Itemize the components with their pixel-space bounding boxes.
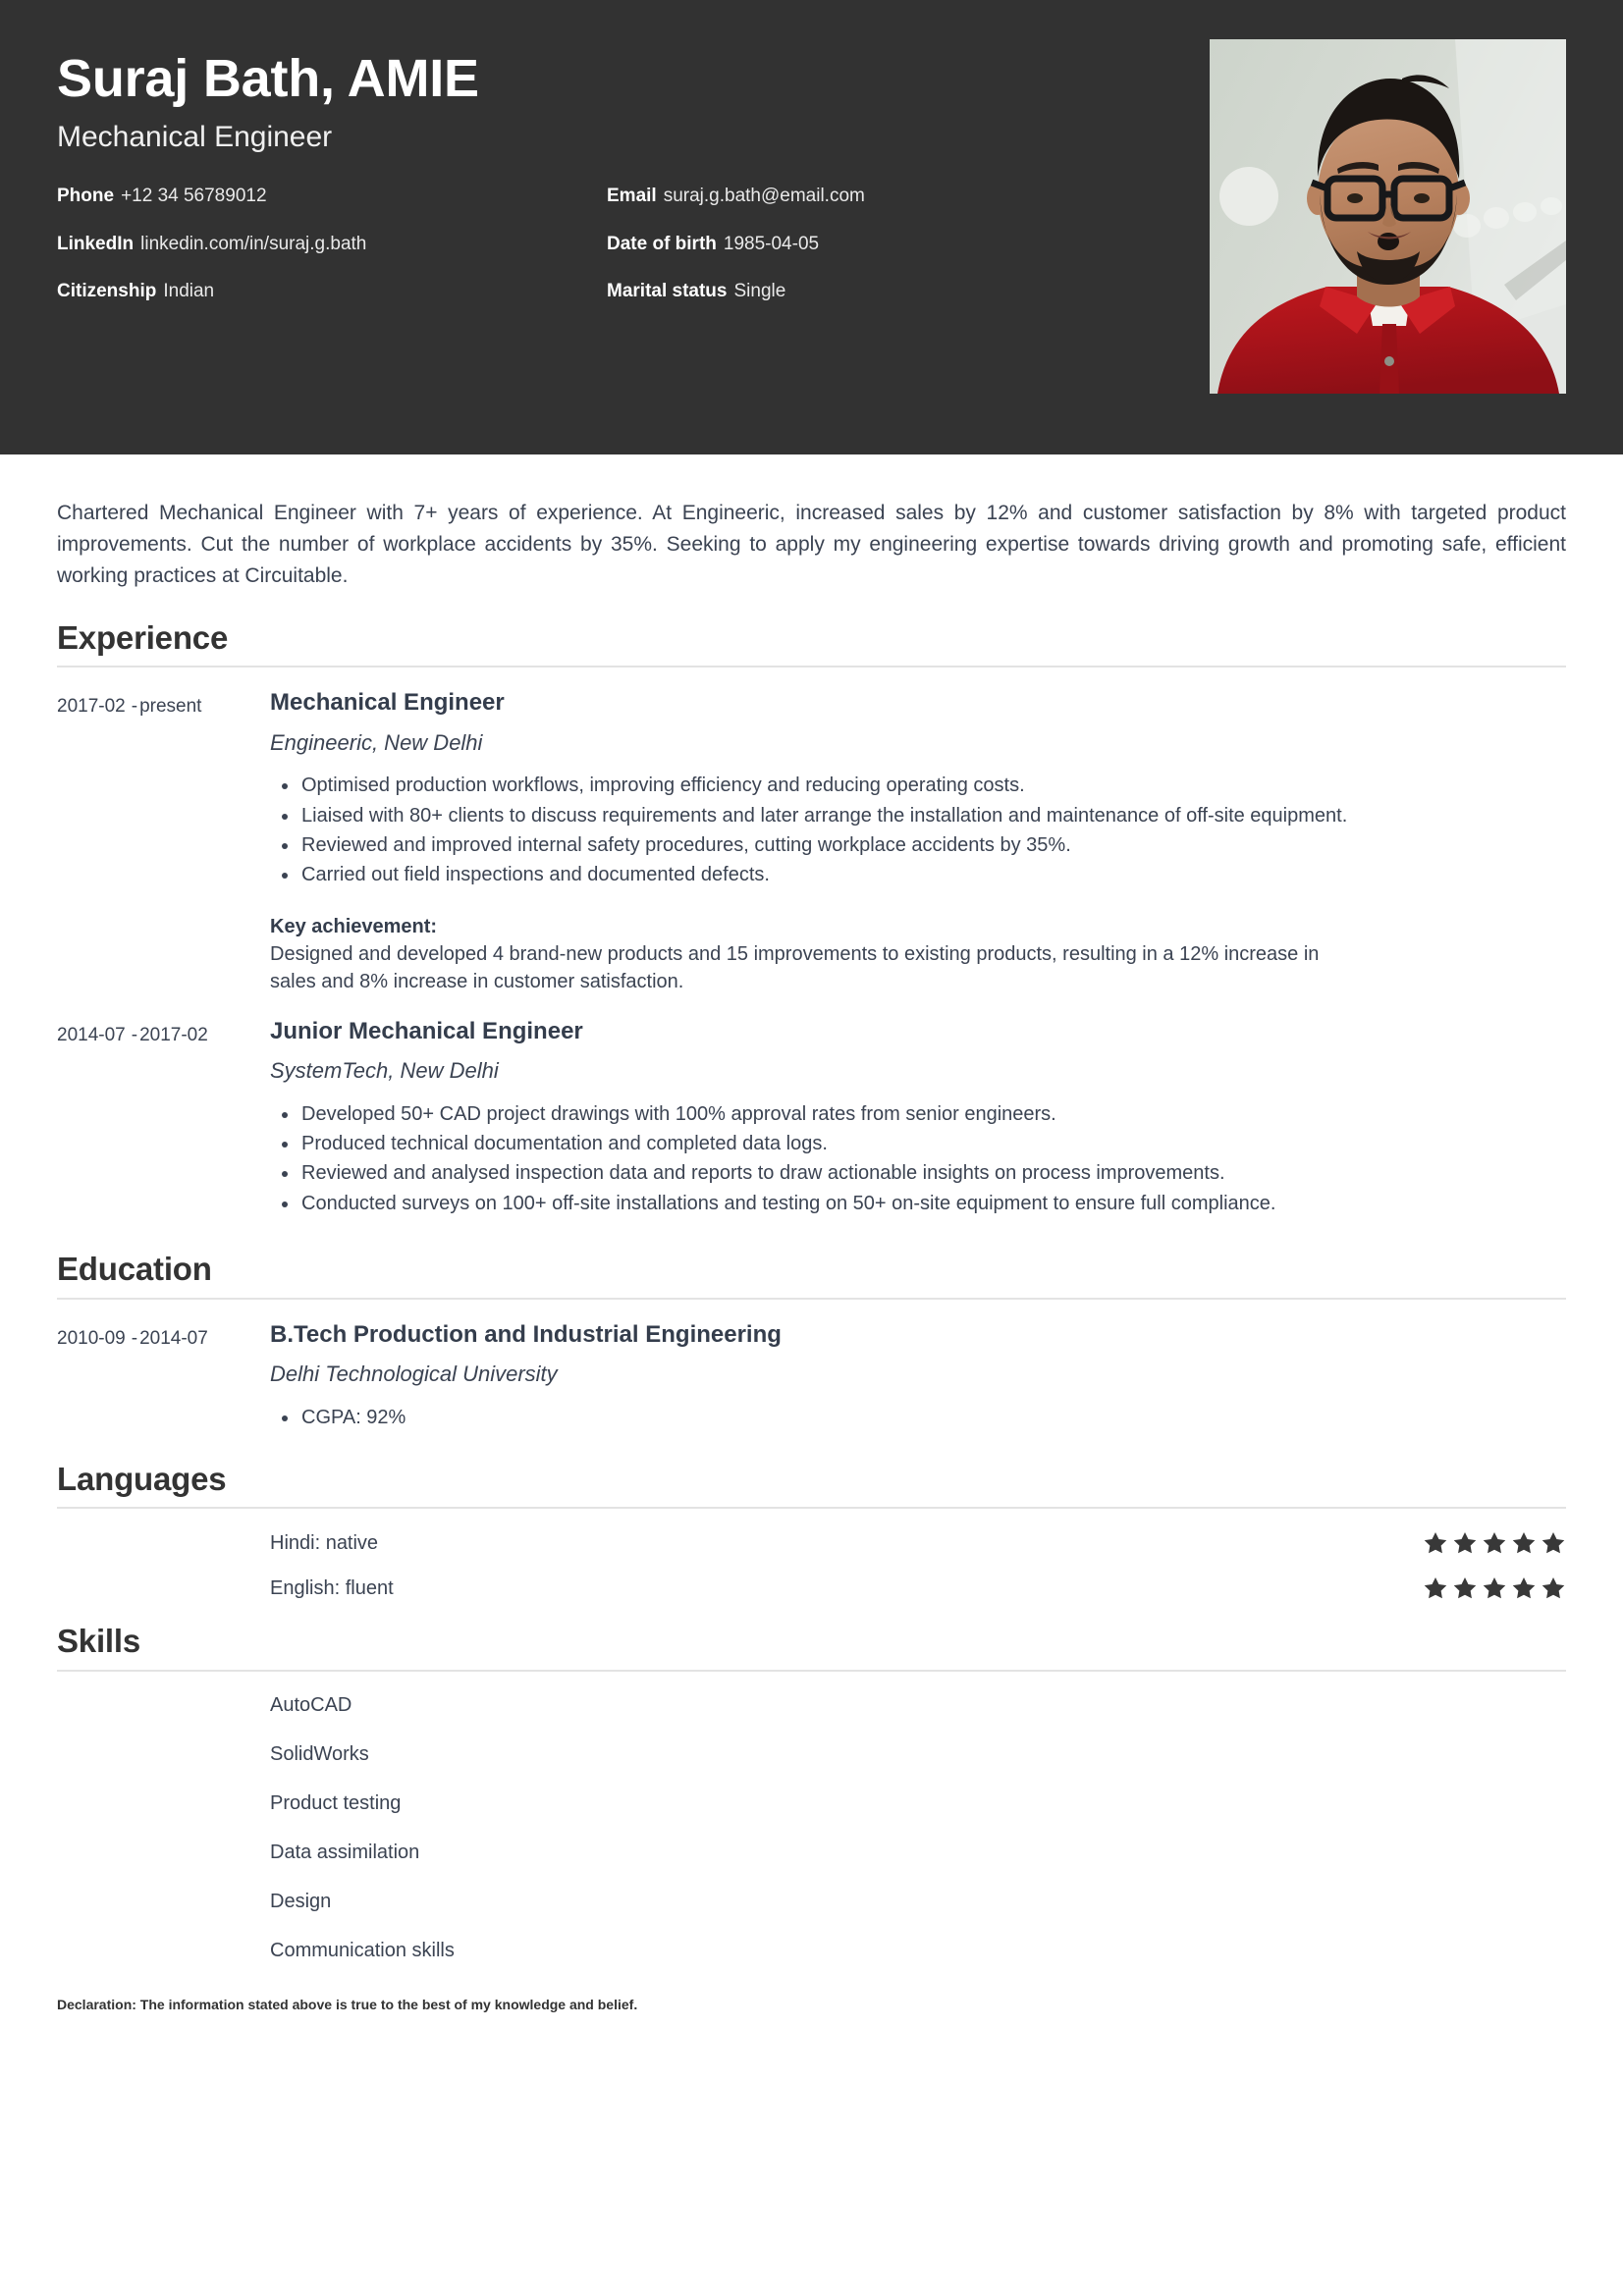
skill-item: SolidWorks: [270, 1742, 369, 1765]
section-languages: Languages Hindi: native English: fluent: [57, 1459, 1566, 1601]
education-entry-body: B.Tech Production and Industrial Enginee…: [270, 1321, 1566, 1434]
star-icon: [1452, 1530, 1478, 1556]
contact-label-phone: Phone: [57, 185, 115, 206]
resume-header: Suraj Bath, AMIE Mechanical Engineer Pho…: [0, 0, 1623, 454]
star-icon: [1482, 1530, 1507, 1556]
star-icon: [1452, 1575, 1478, 1601]
education-institution: Delhi Technological University: [270, 1362, 558, 1387]
bullet-item: Carried out field inspections and docume…: [282, 861, 1566, 888]
experience-date-end: 2017-02: [139, 1024, 208, 1045]
contact-value-phone: +12 34 56789012: [121, 185, 267, 206]
contact-item-email: Email suraj.g.bath@email.com: [607, 185, 1157, 207]
bullet-item: Optimised production workflows, improvin…: [282, 772, 1566, 799]
star-icon: [1541, 1575, 1566, 1601]
key-achievement: Key achievement: Designed and developed …: [270, 913, 1566, 996]
contact-label-linkedin: LinkedIn: [57, 233, 135, 254]
education-entry-dates: 2010-09-2014-07: [57, 1321, 270, 1352]
contact-item-citizenship: Citizenship Indian: [57, 282, 607, 302]
key-achievement-text: Designed and developed 4 brand-new produ…: [270, 942, 1320, 993]
contact-value-date-of-birth: 1985-04-05: [723, 233, 820, 254]
language-row: Hindi: native: [57, 1530, 1566, 1556]
date-dash: -: [131, 1327, 138, 1349]
contact-value-linkedin[interactable]: linkedin.com/in/suraj.g.bath: [140, 234, 366, 254]
contact-label-email: Email: [607, 185, 657, 206]
contact-value-email[interactable]: suraj.g.bath@email.com: [664, 186, 865, 206]
section-divider-education: [57, 1297, 1566, 1300]
education-date-start: 2010-09: [57, 1327, 126, 1349]
professional-summary: Chartered Mechanical Engineer with 7+ ye…: [57, 502, 1566, 587]
section-education: Education 2010-09-2014-07 B.Tech Product…: [57, 1249, 1566, 1433]
bullet-item: Produced technical documentation and com…: [282, 1130, 1566, 1157]
star-icon: [1423, 1575, 1448, 1601]
section-title-languages: Languages: [57, 1461, 227, 1498]
experience-entry: 2014-07-2017-02 Junior Mechanical Engine…: [57, 1018, 1566, 1220]
contact-label-citizenship: Citizenship: [57, 281, 157, 302]
skill-item: Communication skills: [270, 1939, 455, 1961]
skill-item: Data assimilation: [270, 1841, 420, 1863]
resume-page: Suraj Bath, AMIE Mechanical Engineer Pho…: [0, 0, 1623, 2296]
education-degree: B.Tech Production and Industrial Enginee…: [270, 1320, 782, 1348]
skill-item: Design: [270, 1890, 332, 1912]
experience-organization: Engineeric, New Delhi: [270, 729, 483, 755]
education-entry: 2010-09-2014-07 B.Tech Production and In…: [57, 1321, 1566, 1434]
experience-entry-dates: 2014-07-2017-02: [57, 1018, 270, 1048]
declaration-text: Declaration: The information stated abov…: [57, 1996, 638, 2012]
bullet-item: Reviewed and analysed inspection data an…: [282, 1159, 1566, 1187]
experience-entry-dates: 2017-02- present: [57, 689, 270, 720]
bullet-item: CGPA: 92%: [282, 1404, 1566, 1431]
section-title-skills: Skills: [57, 1623, 141, 1660]
star-icon: [1482, 1575, 1507, 1601]
experience-date-end: present: [139, 695, 202, 717]
experience-role: Mechanical Engineer: [270, 688, 505, 716]
section-divider-skills: [57, 1669, 1566, 1672]
date-dash: -: [131, 695, 138, 717]
contact-label-marital-status: Marital status: [607, 281, 728, 302]
language-label: Hindi: native: [270, 1532, 379, 1555]
experience-role: Junior Mechanical Engineer: [270, 1017, 583, 1044]
section-title-experience: Experience: [57, 618, 229, 656]
section-divider-experience: [57, 665, 1566, 667]
contact-value-citizenship: Indian: [163, 281, 215, 302]
contact-item-linkedin: LinkedIn linkedin.com/in/suraj.g.bath: [57, 233, 607, 255]
skill-item: Product testing: [270, 1791, 402, 1814]
bullet-item: Conducted surveys on 100+ off-site insta…: [282, 1190, 1566, 1217]
experience-bullets: Developed 50+ CAD project drawings with …: [270, 1100, 1566, 1218]
resume-content: Chartered Mechanical Engineer with 7+ ye…: [0, 498, 1623, 2013]
language-rating-stars: [1423, 1575, 1566, 1601]
date-dash: -: [131, 1024, 138, 1045]
experience-entry-body: Junior Mechanical Engineer SystemTech, N…: [270, 1018, 1566, 1220]
section-experience: Experience 2017-02- present Mechanical En…: [57, 617, 1566, 1220]
section-skills: Skills AutoCAD SolidWorks Product testin…: [57, 1621, 1566, 1961]
contact-label-date-of-birth: Date of birth: [607, 233, 717, 254]
section-divider-languages: [57, 1507, 1566, 1510]
language-rating-stars: [1423, 1530, 1566, 1556]
experience-date-start: 2017-02: [57, 695, 126, 717]
contact-item-date-of-birth: Date of birth 1985-04-05: [607, 233, 1157, 255]
star-icon: [1511, 1530, 1537, 1556]
skill-item: AutoCAD: [270, 1693, 352, 1716]
bullet-item: Reviewed and improved internal safety pr…: [282, 831, 1566, 859]
contact-item-marital-status: Marital status Single: [607, 282, 1157, 302]
contact-item-phone: Phone +12 34 56789012: [57, 185, 607, 207]
contact-value-marital-status: Single: [733, 281, 786, 302]
experience-entry-body: Mechanical Engineer Engineeric, New Delh…: [270, 689, 1566, 996]
star-icon: [1423, 1530, 1448, 1556]
star-icon: [1541, 1530, 1566, 1556]
language-row: English: fluent: [57, 1575, 1566, 1601]
candidate-photo: [1210, 39, 1566, 394]
section-title-education: Education: [57, 1251, 212, 1288]
key-achievement-label: Key achievement:: [270, 915, 438, 937]
experience-organization: SystemTech, New Delhi: [270, 1058, 499, 1084]
education-date-end: 2014-07: [139, 1327, 208, 1349]
contact-details: Phone +12 34 56789012 Email suraj.g.bath@e…: [57, 185, 1166, 303]
language-label: English: fluent: [270, 1577, 394, 1600]
education-bullets: CGPA: 92%: [270, 1404, 1566, 1431]
star-icon: [1511, 1575, 1537, 1601]
bullet-item: Developed 50+ CAD project drawings with …: [282, 1100, 1566, 1128]
experience-entry: 2017-02- present Mechanical Engineer Engi…: [57, 689, 1566, 996]
experience-bullets: Optimised production workflows, improvin…: [270, 772, 1566, 889]
experience-date-start: 2014-07: [57, 1024, 126, 1045]
bullet-item: Liaised with 80+ clients to discuss requ…: [282, 802, 1566, 829]
